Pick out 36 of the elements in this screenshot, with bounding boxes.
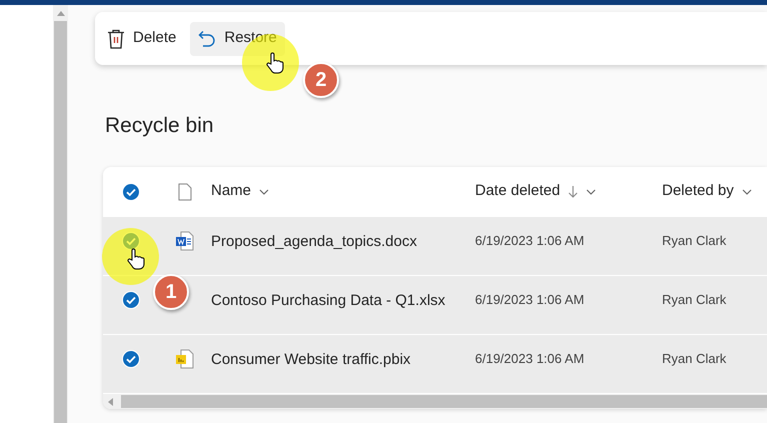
word-file-icon	[176, 231, 194, 251]
table-row[interactable]: Proposed_agenda_topics.docx 6/19/2023 1:06 AM Ryan Clark	[103, 216, 767, 275]
column-header[interactable]: Name	[211, 180, 252, 203]
scrollbar[interactable]	[53, 5, 68, 423]
checkbox[interactable]	[122, 232, 140, 250]
scroll-left-icon[interactable]	[108, 398, 113, 406]
undo-icon	[198, 30, 216, 48]
chevron-down-icon[interactable]	[586, 188, 596, 194]
scroll-thumb[interactable]	[121, 395, 767, 408]
file-name-link[interactable]: Proposed_agenda_topics.docx	[211, 231, 475, 252]
hand-cursor-icon	[127, 248, 145, 270]
date-cell-text: 6/19/2023 1:06 AM	[475, 232, 586, 250]
checkbox[interactable]	[122, 182, 140, 200]
person-cell-text: Ryan Clark	[662, 350, 728, 368]
column-header[interactable]: Deleted by	[662, 180, 734, 203]
step-badge: 2	[303, 62, 339, 98]
page-heading: Recycle bin	[105, 113, 215, 139]
chevron-down-icon[interactable]	[742, 188, 752, 194]
date-cell-text: 6/19/2023 1:06 AM	[475, 350, 586, 368]
scroll-thumb[interactable]	[54, 21, 67, 423]
trash-icon	[107, 28, 125, 48]
table-row[interactable]: Consumer Website traffic.pbix 6/19/2023 1:06 AM Ryan Clark	[103, 334, 767, 393]
person-cell-text: Ryan Clark	[662, 291, 728, 309]
checkbox[interactable]	[122, 350, 140, 368]
file-type-icon	[178, 182, 192, 200]
file-name-link[interactable]: Consumer Website traffic.pbix	[211, 349, 475, 370]
date-cell-text: 6/19/2023 1:06 AM	[475, 291, 586, 309]
scroll-up-icon[interactable]	[56, 11, 64, 16]
powerbi-file-icon	[176, 349, 194, 369]
person-cell-text: Ryan Clark	[662, 232, 728, 250]
chevron-down-icon[interactable]	[259, 188, 270, 194]
column-header[interactable]: Date deleted	[475, 180, 560, 203]
checkbox[interactable]	[122, 291, 140, 309]
horizontal-scrollbar[interactable]	[103, 393, 767, 409]
file-name-link[interactable]: Contoso Purchasing Data - Q1.xlsx	[211, 290, 475, 311]
click-highlight	[102, 228, 159, 285]
